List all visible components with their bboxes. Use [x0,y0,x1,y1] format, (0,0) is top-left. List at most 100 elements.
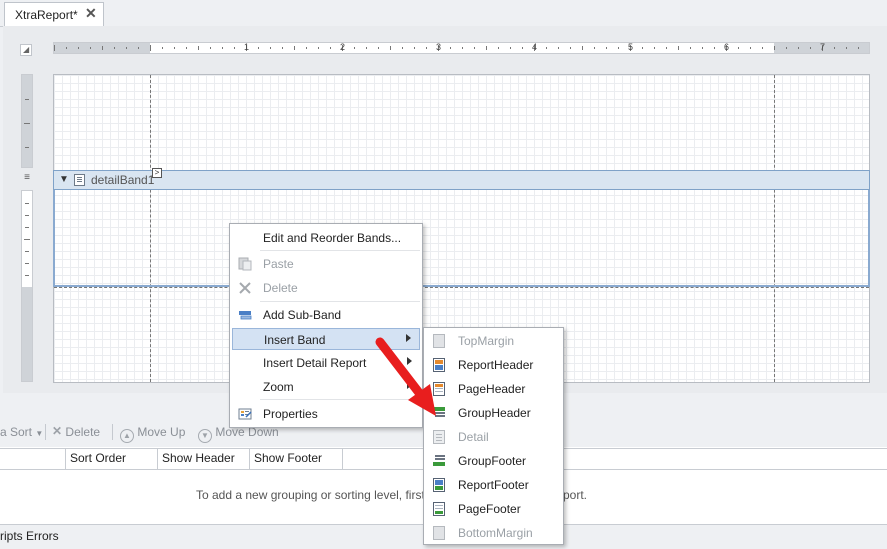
ruler-corner-button[interactable]: ◢ [20,44,32,56]
delete-icon: ✕ [52,424,63,438]
submenu-item-topmargin[interactable]: TopMargin [426,329,561,353]
ruler-number: 5 [628,42,634,52]
ruler-tick [594,47,595,49]
delete-level-button[interactable]: ✕ Delete [52,424,100,439]
ruler-number: 3 [436,42,442,52]
band-smart-tag-button[interactable]: > [152,168,162,178]
ruler-tick [186,47,187,49]
submenu-item-groupfooter[interactable]: GroupFooter [426,449,561,473]
ruler-tick [414,47,415,49]
ruler-tick [378,47,379,49]
column-header-sort-order[interactable]: Sort Order [66,449,158,469]
detail-band-icon [433,430,445,444]
ruler-tick [510,47,511,49]
ruler-tick [582,46,583,50]
ruler-tick [270,47,271,49]
ruler-tick [714,47,715,49]
menu-item-edit-reorder-bands[interactable]: Edit and Reorder Bands... [232,227,420,249]
document-tab-strip [0,0,887,27]
detail-band-icon [74,174,85,186]
ruler-tick [66,47,67,49]
ruler-tick [330,47,331,49]
ruler-tick [462,47,463,49]
ruler-tick [678,46,679,50]
ruler-tick [738,47,739,49]
ruler-tick [690,47,691,49]
submenu-item-reportfooter[interactable]: ReportFooter [426,473,561,497]
group-footer-band-icon [433,454,445,468]
add-sort-button[interactable]: a Sort ▼ [0,425,43,439]
ruler-tick [750,47,751,49]
ruler-tick [78,47,79,49]
submenu-item-detail[interactable]: Detail [426,425,561,449]
ruler-tick [90,47,91,49]
column-header-show-footer[interactable]: Show Footer [250,449,343,469]
submenu-item-bottommargin[interactable]: BottomMargin [426,521,561,545]
submenu-item-groupheader[interactable]: GroupHeader [426,401,561,425]
ruler-number: 1 [244,42,250,52]
ruler-number: 4 [532,42,538,52]
close-tab-icon[interactable]: ✕ [85,5,97,22]
ruler-number: 6 [724,42,730,52]
menu-separator [260,250,420,251]
vertical-ruler-detail-band[interactable] [21,190,33,382]
menu-item-paste[interactable]: Paste [232,253,420,275]
ruler-tick [258,47,259,49]
scripts-errors-tab[interactable]: ripts Errors [0,529,59,543]
menu-item-delete[interactable]: Delete [232,277,420,299]
ruler-tick [498,47,499,49]
ruler-tick [390,46,391,50]
horizontal-ruler[interactable]: 1 2 3 4 5 6 7 [53,42,870,54]
ruler-tick [222,47,223,49]
insert-band-submenu: TopMargin ReportHeader PageHeader GroupH… [423,327,564,545]
ruler-tick [426,47,427,49]
ruler-tick [450,47,451,49]
ruler-tick [318,47,319,49]
ruler-tick [354,47,355,49]
properties-icon [238,407,252,421]
vertical-ruler-top-margin[interactable] [21,74,33,168]
ruler-tick [210,47,211,49]
menu-item-add-sub-band[interactable]: Add Sub-Band [232,304,420,326]
ruler-tick [810,47,811,49]
group-sort-empty-hint: To add a new grouping or sorting level, … [196,488,446,502]
submenu-item-pagefooter[interactable]: PageFooter [426,497,561,521]
ruler-tick [618,47,619,49]
document-tab[interactable]: XtraReport* ✕ [4,2,104,26]
collapse-band-icon[interactable]: ▼ [59,174,69,185]
submenu-item-pageheader[interactable]: PageHeader [426,377,561,401]
ruler-tick [642,47,643,49]
ruler-tick [702,47,703,49]
dropdown-arrow-icon: ▼ [35,429,44,438]
column-header-blank [0,449,66,469]
ruler-tick [666,47,667,49]
report-footer-band-icon [433,478,445,492]
ruler-tick [306,47,307,49]
ruler-tick [198,46,199,50]
move-up-button[interactable]: ▲ Move Up [120,425,185,443]
ruler-number: 2 [340,42,346,52]
submenu-item-reportheader[interactable]: ReportHeader [426,353,561,377]
add-subband-icon [238,308,252,322]
ruler-tick [762,47,763,49]
ruler-tick [858,47,859,49]
ruler-tick [294,46,295,50]
ruler-tick [174,47,175,49]
ruler-corner-icon: ◢ [23,45,30,54]
move-up-icon: ▲ [120,429,134,443]
ruler-tick [126,47,127,49]
band-resize-handle-icon[interactable]: ≡ [22,172,32,186]
ruler-tick [366,47,367,49]
ruler-tick [234,47,235,49]
document-tab-label: XtraReport* [15,8,78,22]
toolbar-separator [112,424,113,440]
ruler-tick [546,47,547,49]
group-sort-empty-hint-tail: port. [563,488,588,502]
column-header-show-header[interactable]: Show Header [158,449,250,469]
detail-band-area[interactable] [53,190,870,287]
ruler-tick [774,46,775,50]
ruler-tick [114,47,115,49]
detail-band-header[interactable]: ▼ detailBand1 [53,170,870,190]
ruler-tick [834,47,835,49]
toolbar-separator [45,424,46,440]
